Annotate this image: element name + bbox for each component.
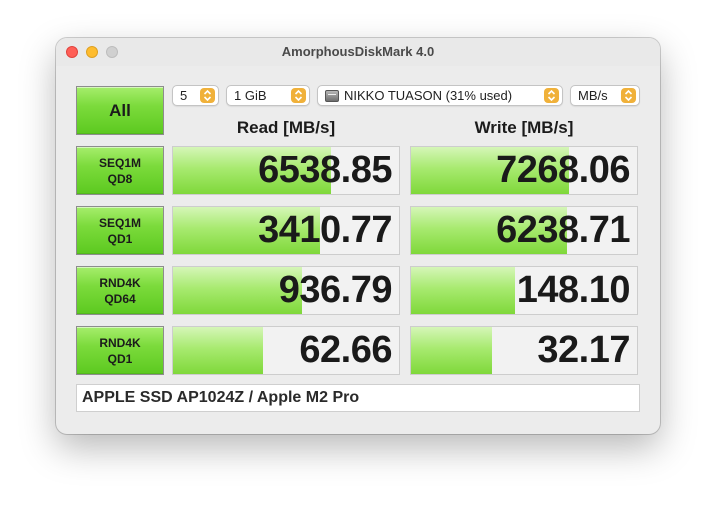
write-result-cell: 7268.06	[410, 146, 638, 195]
unit-select[interactable]: MB/s	[570, 85, 640, 106]
test-button-seq1m-qd8[interactable]: SEQ1M QD8	[76, 146, 164, 195]
test-name-line2: QD64	[104, 291, 136, 306]
write-column-header: Write [MB/s]	[474, 118, 574, 137]
read-result-value: 62.66	[299, 329, 392, 371]
run-all-button[interactable]: All	[76, 86, 164, 135]
test-button-seq1m-qd1[interactable]: SEQ1M QD1	[76, 206, 164, 255]
test-name-line2: QD8	[107, 171, 133, 186]
write-result-value: 32.17	[537, 329, 630, 371]
test-size-select[interactable]: 1 GiB	[226, 85, 310, 106]
test-button-rnd4k-qd1[interactable]: RND4K QD1	[76, 326, 164, 375]
test-name-line1: SEQ1M	[98, 155, 141, 170]
write-result-cell: 148.10	[410, 266, 638, 315]
title-bar: AmorphousDiskMark 4.0	[56, 38, 660, 66]
test-name-line2: QD1	[107, 351, 133, 366]
read-result-value: 936.79	[278, 269, 393, 311]
test-size-value: 1 GiB	[234, 88, 267, 103]
write-progress-bar	[411, 327, 493, 374]
write-result-value: 148.10	[516, 269, 631, 311]
write-result-value: 7268.06	[496, 149, 630, 191]
stepper-arrows-icon	[544, 88, 559, 103]
disk-icon	[325, 89, 339, 102]
test-button-rnd4k-qd64[interactable]: RND4K QD64	[76, 266, 164, 315]
target-disk-value: NIKKO TUASON (31% used)	[344, 88, 513, 103]
target-disk-select[interactable]: NIKKO TUASON (31% used)	[317, 85, 563, 106]
read-progress-bar	[173, 327, 264, 374]
read-result-cell: 936.79	[172, 266, 400, 315]
unit-value: MB/s	[578, 88, 608, 103]
read-column-header: Read [MB/s]	[236, 118, 336, 137]
write-result-value: 6238.71	[496, 209, 630, 251]
stepper-arrows-icon	[291, 88, 306, 103]
read-result-cell: 62.66	[172, 326, 400, 375]
read-result-cell: 6538.85	[172, 146, 400, 195]
test-name-line1: SEQ1M	[98, 215, 141, 230]
test-name-line2: QD1	[107, 231, 133, 246]
test-count-value: 5	[180, 88, 188, 103]
write-result-cell: 32.17	[410, 326, 638, 375]
stepper-arrows-icon	[200, 88, 215, 103]
stepper-arrows-icon	[621, 88, 636, 103]
test-name-line1: RND4K	[99, 335, 141, 350]
read-result-value: 6538.85	[258, 149, 392, 191]
window-title: AmorphousDiskMark 4.0	[281, 44, 435, 59]
read-result-cell: 3410.77	[172, 206, 400, 255]
test-name-line1: RND4K	[99, 275, 141, 290]
device-info-field[interactable]: APPLE SSD AP1024Z / Apple M2 Pro	[76, 384, 640, 412]
read-result-value: 3410.77	[258, 209, 392, 251]
test-count-select[interactable]: 5	[172, 85, 219, 106]
write-result-cell: 6238.71	[410, 206, 638, 255]
app-window: AmorphousDiskMark 4.0 All 5 1 GiB NIKKO …	[56, 38, 660, 434]
write-progress-bar	[411, 267, 515, 314]
